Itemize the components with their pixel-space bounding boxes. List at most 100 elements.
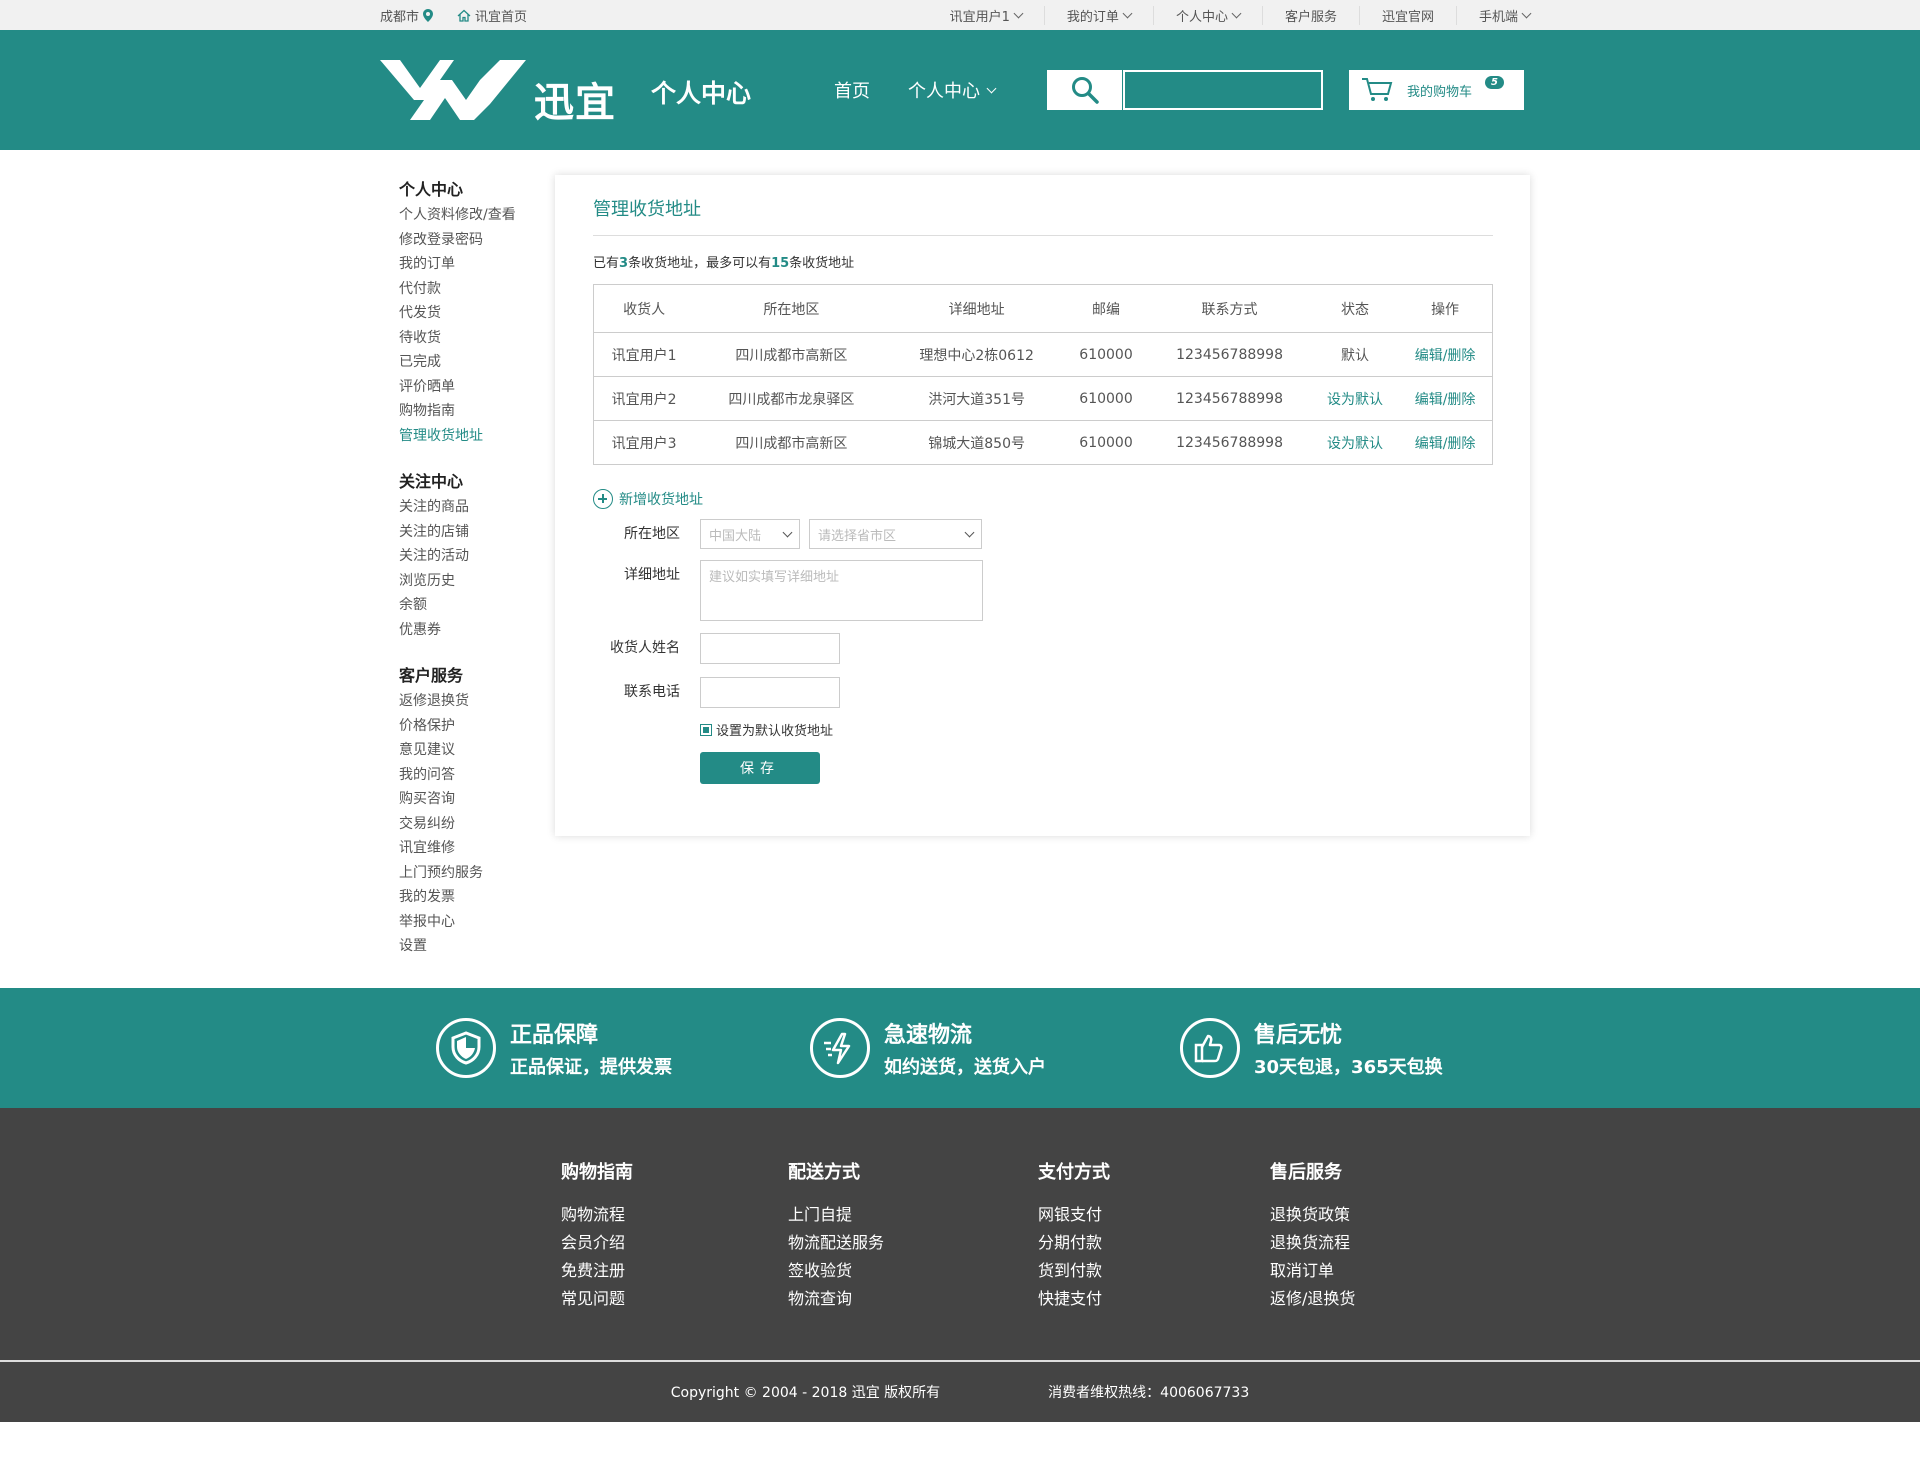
footer-link[interactable]: 返修/退换货 [1270,1285,1355,1313]
set-default-link[interactable]: 设为默认 [1311,376,1399,421]
sidebar-item-disputes[interactable]: 交易纠纷 [399,812,545,837]
cell-zip: 610000 [1064,376,1148,421]
footer-link[interactable]: 分期付款 [1038,1229,1270,1257]
cart-icon [1362,78,1393,101]
sidebar-item-profile[interactable]: 个人资料修改/查看 [399,203,545,228]
service-after-sales: 售后无忧 30天包退，365天包换 [1180,1017,1443,1079]
footer-link[interactable]: 上门自提 [788,1201,1038,1229]
edit-delete-link[interactable]: 编辑/删除 [1398,420,1493,465]
city-label: 成都市 [380,9,420,25]
footer-link[interactable]: 退换货政策 [1270,1201,1355,1229]
home-link[interactable]: 讯宜首页 [457,6,527,25]
copyright-bar: Copyright © 2004 - 2018 迅宜 版权所有 消费者维权热线：… [0,1362,1920,1422]
chevron-down-icon [1521,8,1532,18]
service-subtitle: 如约送货，送货入户 [884,1057,1046,1078]
save-button[interactable]: 保存 [700,752,820,784]
logo[interactable]: 迅宜 [380,52,616,128]
edit-delete-link[interactable]: 编辑/删除 [1398,332,1493,377]
search-box [1047,70,1324,110]
sidebar-item-my-qa[interactable]: 我的问答 [399,763,545,788]
hotline-text: 消费者维权热线：4006067733 [1048,1385,1250,1401]
official-site-link[interactable]: 迅宜官网 [1358,5,1456,25]
sidebar-item-balance[interactable]: 余额 [399,593,545,618]
cell-zip: 610000 [1064,332,1148,377]
logo-mark-icon [380,60,526,120]
sidebar-item-settings[interactable]: 设置 [399,934,545,959]
footer-link[interactable]: 会员介绍 [561,1229,788,1257]
nav-home[interactable]: 首页 [834,77,870,103]
location-pin-icon [423,8,434,22]
service-subtitle: 正品保证，提供发票 [510,1057,672,1078]
sidebar-item-consult[interactable]: 购买咨询 [399,787,545,812]
footer-link[interactable]: 快捷支付 [1038,1285,1270,1313]
default-address-checkbox[interactable]: 设置为默认收货地址 [700,720,1493,739]
recipient-name-input[interactable] [700,633,840,664]
official-site-label: 迅宜官网 [1381,9,1434,25]
count-prefix: 已有 [593,256,620,271]
set-default-link[interactable]: 设为默认 [1311,420,1399,465]
personal-center-menu[interactable]: 个人中心 [1152,5,1262,25]
edit-delete-link[interactable]: 编辑/删除 [1398,376,1493,421]
footer-link[interactable]: 物流查询 [788,1285,1038,1313]
city-selector[interactable]: 成都市 [380,6,434,25]
sidebar-item-pending-receipt[interactable]: 待收货 [399,326,545,351]
sidebar-item-price-protection[interactable]: 价格保护 [399,714,545,739]
sidebar-item-coupons[interactable]: 优惠券 [399,618,545,643]
sidebar-item-manage-address[interactable]: 管理收货地址 [399,424,545,449]
sidebar-item-change-password[interactable]: 修改登录密码 [399,228,545,253]
sidebar-item-returns[interactable]: 返修退换货 [399,689,545,714]
col-actions: 操作 [1398,284,1493,333]
sidebar-item-history[interactable]: 浏览历史 [399,569,545,594]
sidebar-item-repair[interactable]: 讯宜维修 [399,836,545,861]
footer-link[interactable]: 网银支付 [1038,1201,1270,1229]
sidebar-item-report-center[interactable]: 举报中心 [399,910,545,935]
sidebar-group-title: 个人中心 [399,180,464,199]
footer-link[interactable]: 购物流程 [561,1201,788,1229]
my-orders-menu[interactable]: 我的订单 [1043,5,1153,25]
sidebar-item-pending-payment[interactable]: 代付款 [399,277,545,302]
add-address-label: 新增收货地址 [619,492,703,508]
customer-service-link[interactable]: 客户服务 [1261,5,1359,25]
sidebar-item-followed-products[interactable]: 关注的商品 [399,495,545,520]
footer-link[interactable]: 签收验货 [788,1257,1038,1285]
sidebar-group-follow: 关注中心 关注的商品 关注的店铺 关注的活动 浏览历史 余额 优惠券 [399,467,545,642]
nav-personal-center[interactable]: 个人中心 [908,77,997,103]
mobile-menu[interactable]: 手机端 [1455,5,1540,25]
customer-service-label: 客户服务 [1284,9,1337,25]
footer-link[interactable]: 免费注册 [561,1257,788,1285]
footer-link[interactable]: 退换货流程 [1270,1229,1355,1257]
default-address-label: 设置为默认收货地址 [716,724,834,739]
user-menu[interactable]: 讯宜用户1 [928,6,1044,25]
col-zip: 邮编 [1064,284,1148,333]
service-title: 急速物流 [884,1023,973,1048]
search-input[interactable] [1123,70,1324,110]
sidebar-item-followed-shops[interactable]: 关注的店铺 [399,520,545,545]
search-button[interactable] [1047,70,1124,110]
checkbox-checked-icon [700,723,712,736]
sidebar-item-shopping-guide[interactable]: 购物指南 [399,399,545,424]
sidebar-item-reviews[interactable]: 评价晒单 [399,375,545,400]
count-max: 15 [771,256,790,271]
sidebar-item-pending-shipment[interactable]: 代发货 [399,301,545,326]
phone-input[interactable] [700,677,840,708]
sidebar-item-onsite-service[interactable]: 上门预约服务 [399,861,545,886]
footer-link[interactable]: 货到付款 [1038,1257,1270,1285]
add-address-button[interactable]: 新增收货地址 [593,489,1493,509]
footer-link[interactable]: 物流配送服务 [788,1229,1038,1257]
mobile-menu-label: 手机端 [1478,9,1518,25]
footer-col-title: 支付方式 [1038,1162,1110,1183]
sidebar-item-invoices[interactable]: 我的发票 [399,885,545,910]
sidebar-item-my-orders[interactable]: 我的订单 [399,252,545,277]
address-row: 详细地址 建议如实填写详细地址 [593,560,1493,621]
cart-button[interactable]: 我的购物车 5 [1349,70,1525,110]
sidebar-item-completed[interactable]: 已完成 [399,350,545,375]
search-icon [1071,77,1099,104]
footer-link[interactable]: 常见问题 [561,1285,788,1313]
country-select[interactable]: 中国大陆 [700,519,800,549]
sidebar-item-followed-events[interactable]: 关注的活动 [399,544,545,569]
sidebar-item-feedback[interactable]: 意见建议 [399,738,545,763]
province-select[interactable]: 请选择省市区 [809,519,982,549]
nav-personal-center-label: 个人中心 [908,81,981,102]
footer-link[interactable]: 取消订单 [1270,1257,1355,1285]
address-textarea[interactable]: 建议如实填写详细地址 [700,560,983,621]
